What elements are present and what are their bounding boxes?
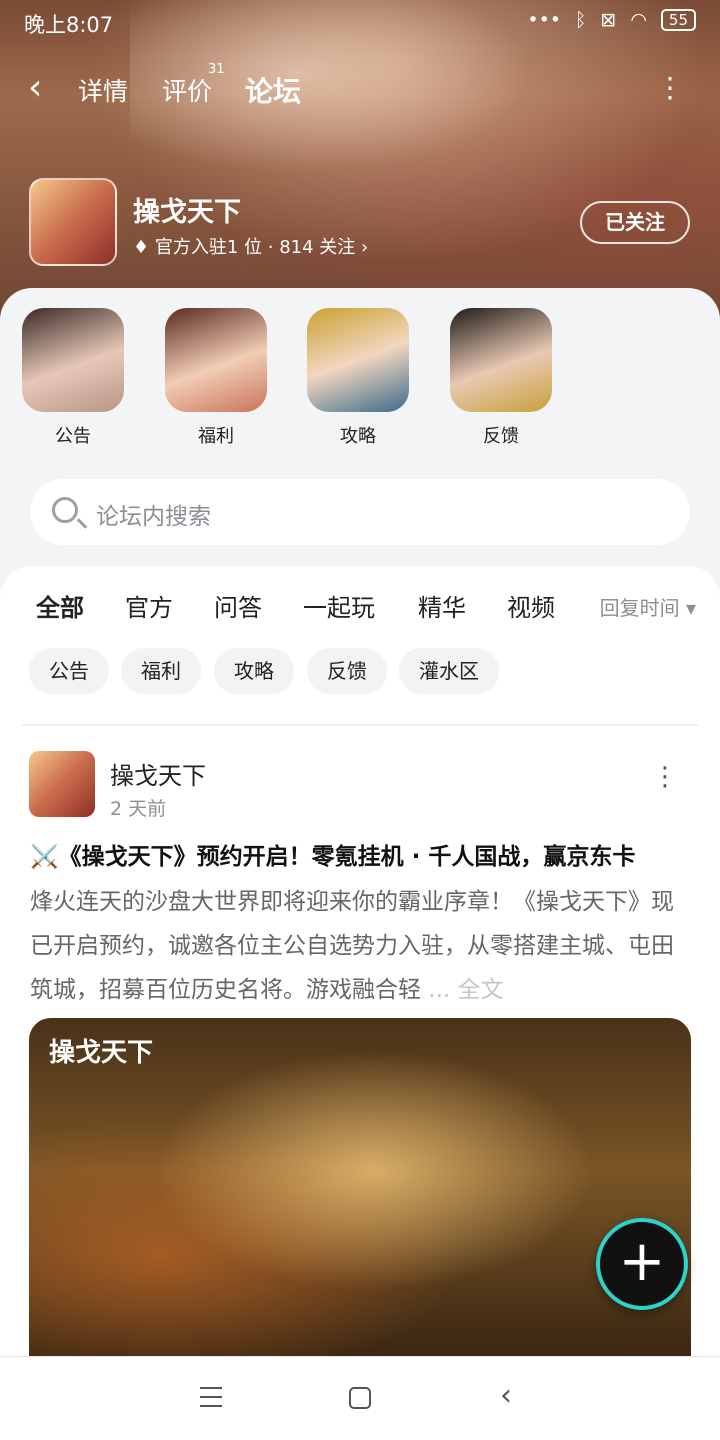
post-image-logo: 操戈天下	[49, 1038, 154, 1068]
feed-tab-video[interactable]: 视频	[507, 588, 555, 623]
bluetooth-icon: ᛒ	[574, 9, 587, 31]
feed-tab-featured[interactable]: 精华	[418, 588, 466, 623]
sim-off-icon: ⊠	[600, 9, 617, 31]
feed-tab-play-together[interactable]: 一起玩	[303, 588, 375, 623]
divider	[22, 724, 698, 726]
shortcut-guide[interactable]: 攻略	[307, 308, 409, 448]
game-icon[interactable]	[29, 178, 117, 266]
status-time: 晚上8:07	[24, 13, 114, 37]
battery-indicator: 55	[660, 9, 696, 31]
back-icon[interactable]: ‹	[500, 1381, 512, 1411]
tag-chip[interactable]: 反馈	[307, 648, 387, 694]
back-arrow-icon[interactable]: ‹	[28, 68, 42, 108]
shortcut-feedback[interactable]: 反馈	[450, 308, 552, 448]
wifi-icon: ◠	[630, 9, 647, 31]
system-nav-bar: ‹	[0, 1356, 720, 1440]
shortcut-label: 公告	[55, 426, 91, 447]
shortcut-announcement-image	[22, 308, 124, 412]
feed-tab-official[interactable]: 官方	[125, 588, 173, 623]
more-vertical-icon[interactable]: ⋮	[656, 74, 684, 102]
signal-dots-icon: •••	[527, 9, 561, 31]
home-icon[interactable]	[349, 1387, 371, 1409]
post-body-text: 烽火连天的沙盘大世界即将迎来你的霸业序章！《操戈天下》现已开启预约，诚邀各位主公…	[30, 889, 674, 1003]
game-title: 操戈天下	[133, 197, 241, 228]
feed-tabs: 全部 官方 问答 一起玩 精华 视频 回复时间 ▾	[0, 588, 720, 628]
status-bar: 晚上8:07 ••• ᛒ ⊠ ◠ 55	[0, 0, 720, 44]
shortcut-label: 福利	[198, 426, 234, 447]
post-more-vertical-icon[interactable]: ⋮	[652, 764, 678, 790]
shortcut-welfare[interactable]: 福利	[165, 308, 267, 448]
diamond-icon: ♦	[133, 237, 150, 258]
tag-chip[interactable]: 灌水区	[399, 648, 499, 694]
tab-forum[interactable]: 论坛	[245, 70, 302, 112]
header-banner	[0, 0, 720, 320]
post-title[interactable]: ⚔️《操戈天下》预约开启！零氪挂机 · 千人国战，赢京东卡	[30, 837, 690, 871]
tag-chip[interactable]: 公告	[29, 648, 109, 694]
shortcut-row: 公告 福利 攻略 反馈	[0, 308, 720, 458]
post-author-avatar[interactable]	[29, 751, 95, 817]
tag-chip[interactable]: 攻略	[214, 648, 294, 694]
shortcut-label: 反馈	[483, 426, 519, 447]
post-body[interactable]: 烽火连天的沙盘大世界即将迎来你的霸业序章！《操戈天下》现已开启预约，诚邀各位主公…	[30, 880, 692, 1012]
shortcut-feedback-image	[450, 308, 552, 412]
post-image[interactable]: 操戈天下	[29, 1018, 691, 1358]
reviews-count-badge: 31	[208, 62, 225, 77]
read-more-link[interactable]: 全文	[458, 977, 504, 1003]
status-icons: ••• ᛒ ⊠ ◠ 55	[527, 9, 696, 31]
sort-dropdown[interactable]: 回复时间 ▾	[600, 592, 696, 621]
post-author-name[interactable]: 操戈天下	[110, 756, 206, 791]
game-meta[interactable]: ♦ 官方入驻1 位 · 814 关注 ›	[133, 233, 368, 259]
tag-chip[interactable]: 福利	[121, 648, 201, 694]
shortcut-announcement[interactable]: 公告	[22, 308, 124, 448]
shortcut-guide-image	[307, 308, 409, 412]
menu-icon[interactable]	[200, 1387, 222, 1407]
feed-tab-qa[interactable]: 问答	[214, 588, 262, 623]
create-post-plus-icon[interactable]: +	[596, 1218, 688, 1310]
forum-search[interactable]: 论坛内搜索	[30, 479, 690, 545]
shortcut-welfare-image	[165, 308, 267, 412]
follow-button[interactable]: 已关注	[580, 201, 690, 244]
post-timestamp: 2 天前	[110, 798, 167, 820]
tab-reviews[interactable]: 评价	[162, 72, 212, 108]
top-nav: ‹ 详情 评价 31 论坛 ⋮	[0, 62, 720, 118]
search-icon	[52, 497, 78, 523]
search-input[interactable]: 论坛内搜索	[96, 497, 211, 531]
feed-tab-all[interactable]: 全部	[36, 588, 84, 625]
post-ellipsis: ...	[421, 977, 458, 1003]
tab-details[interactable]: 详情	[78, 72, 128, 108]
shortcut-label: 攻略	[340, 426, 376, 447]
game-meta-text: 官方入驻1 位 · 814 关注 ›	[154, 237, 369, 258]
